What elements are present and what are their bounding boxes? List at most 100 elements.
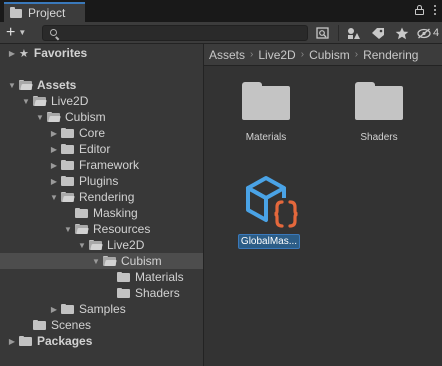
tree-item-label: Cubism <box>121 254 162 268</box>
tree-item-plugins[interactable]: ▶ Plugins <box>0 173 203 189</box>
tree-item-label: Shaders <box>135 286 180 300</box>
collapse-arrow-icon[interactable]: ▶ <box>50 145 58 154</box>
lock-icon[interactable] <box>415 5 424 15</box>
toolbar-filters: 4 <box>314 25 439 41</box>
filter-by-type-icon[interactable] <box>345 25 363 41</box>
breadcrumb: Assets › Live2D › Cubism › Rendering <box>204 44 442 66</box>
collapse-arrow-icon[interactable]: ▶ <box>50 161 58 170</box>
collapse-arrow-icon[interactable]: ▶ <box>8 337 16 346</box>
folder-icon <box>355 82 403 120</box>
folder-open-icon <box>33 96 47 106</box>
expand-arrow-icon[interactable]: ▼ <box>64 225 72 234</box>
filter-by-label-icon[interactable] <box>369 25 387 41</box>
tree-item-label: Resources <box>93 222 151 236</box>
breadcrumb-separator-icon: › <box>300 49 305 60</box>
tree-item-live2d[interactable]: ▼ Live2D <box>0 237 203 253</box>
breadcrumb-separator-icon: › <box>250 49 254 60</box>
folder-icon <box>242 82 290 120</box>
search-by-type-icon[interactable] <box>314 25 332 41</box>
breadcrumb-separator-icon: › <box>354 49 359 60</box>
folder-open-icon <box>75 224 89 234</box>
folder-open-icon <box>103 256 117 266</box>
search-field[interactable] <box>42 25 308 41</box>
create-asset-button[interactable]: + ▼ <box>6 25 26 41</box>
collapse-arrow-icon[interactable]: ▶ <box>50 177 58 186</box>
folder-open-icon <box>89 240 103 250</box>
tree-item-label: Framework <box>79 158 140 172</box>
folder-icon <box>61 176 74 186</box>
tree-item-packages[interactable]: ▶ Packages <box>0 333 203 349</box>
tree-item-label: Masking <box>93 206 138 220</box>
expand-arrow-icon[interactable]: ▼ <box>22 97 30 106</box>
script-asset-icon <box>246 176 298 229</box>
tab-title: Project <box>28 6 66 20</box>
hidden-count: 4 <box>433 27 440 39</box>
tree-item-shaders[interactable]: ▶Shaders <box>0 285 203 301</box>
folder-icon <box>61 128 74 138</box>
expand-arrow-icon[interactable]: ▼ <box>78 241 86 250</box>
expand-arrow-icon[interactable]: ▼ <box>8 81 16 90</box>
expand-arrow-icon[interactable]: ▼ <box>36 113 44 122</box>
asset-label: Shaders <box>360 132 398 143</box>
expand-arrow-icon[interactable]: ▼ <box>92 257 100 266</box>
hidden-packages-toggle[interactable]: 4 <box>417 27 439 39</box>
tree-item-scenes[interactable]: ▶Scenes <box>0 317 203 333</box>
tree-item-assets[interactable]: ▼ Assets <box>0 77 203 93</box>
tree-item-cubism[interactable]: ▼ Cubism <box>0 109 203 125</box>
tree-item-label: Scenes <box>51 318 92 332</box>
tree-item-editor[interactable]: ▶ Editor <box>0 141 203 157</box>
asset-label: Materials <box>245 132 287 143</box>
expand-arrow-icon[interactable]: ▼ <box>50 193 58 202</box>
collapse-arrow-icon[interactable]: ▶ <box>50 305 58 314</box>
tree-item-label: Materials <box>135 270 184 284</box>
asset-item-globalmask[interactable]: GlobalMas... <box>234 174 304 249</box>
breadcrumb-item-cubism[interactable]: Cubism <box>309 48 350 62</box>
tree-item-core[interactable]: ▶ Core <box>0 125 203 141</box>
tree-item-label: Editor <box>79 142 111 156</box>
collapse-arrow-icon[interactable]: ▶ <box>50 129 58 138</box>
folder-open-icon <box>61 192 75 202</box>
asset-item-materials[interactable]: Materials <box>230 82 302 143</box>
folder-icon <box>33 320 46 330</box>
eye-slash-icon <box>417 27 431 39</box>
tree-item-label: Packages <box>37 334 93 348</box>
folder-icon <box>10 6 22 18</box>
folder-icon <box>117 272 130 282</box>
star-icon: ★ <box>19 47 29 60</box>
project-toolbar: + ▼ 4 <box>0 22 442 44</box>
project-tab[interactable]: Project <box>4 2 85 22</box>
asset-label: GlobalMas... <box>237 234 301 249</box>
folder-icon <box>61 144 74 154</box>
toolbar-separator <box>338 25 339 41</box>
folder-icon <box>61 304 74 314</box>
tree-item-label: Live2D <box>107 238 145 252</box>
breadcrumb-item-rendering[interactable]: Rendering <box>363 48 418 62</box>
tree-item-materials[interactable]: ▶Materials <box>0 269 203 285</box>
folder-tree: ▶ ★ Favorites ▼ Assets ▼ Live2D ▼ Cubism ▶ Core ▶ Ed… <box>0 44 203 366</box>
tree-item-cubism[interactable]: ▼ Cubism <box>0 253 203 269</box>
tree-item-resources[interactable]: ▼ Resources <box>0 221 203 237</box>
folder-icon <box>117 288 130 298</box>
kebab-menu-icon[interactable] <box>434 5 436 15</box>
tree-item-label: Plugins <box>79 174 119 188</box>
folder-open-icon <box>47 112 61 122</box>
breadcrumb-item-assets[interactable]: Assets <box>209 48 245 62</box>
asset-grid: Materials Shaders GlobalMas... <box>204 66 442 366</box>
search-input[interactable] <box>63 26 303 40</box>
caret-down-icon: ▼ <box>18 28 27 37</box>
tree-item-samples[interactable]: ▶ Samples <box>0 301 203 317</box>
breadcrumb-item-live2d[interactable]: Live2D <box>258 48 295 62</box>
window-controls <box>415 5 436 15</box>
tree-item-favorites[interactable]: ▶ ★ Favorites <box>0 45 203 61</box>
tree-item-masking[interactable]: ▶Masking <box>0 205 203 221</box>
tree-item-framework[interactable]: ▶ Framework <box>0 157 203 173</box>
favorite-star-icon[interactable] <box>393 25 411 41</box>
search-icon <box>50 29 57 36</box>
tree-item-live2d[interactable]: ▼ Live2D <box>0 93 203 109</box>
collapse-arrow-icon[interactable]: ▶ <box>8 49 16 58</box>
tree-item-label: Core <box>79 126 106 140</box>
asset-item-shaders[interactable]: Shaders <box>343 82 415 143</box>
tree-item-label: Rendering <box>79 190 135 204</box>
plus-icon: + <box>6 24 16 41</box>
tree-item-rendering[interactable]: ▼ Rendering <box>0 189 203 205</box>
